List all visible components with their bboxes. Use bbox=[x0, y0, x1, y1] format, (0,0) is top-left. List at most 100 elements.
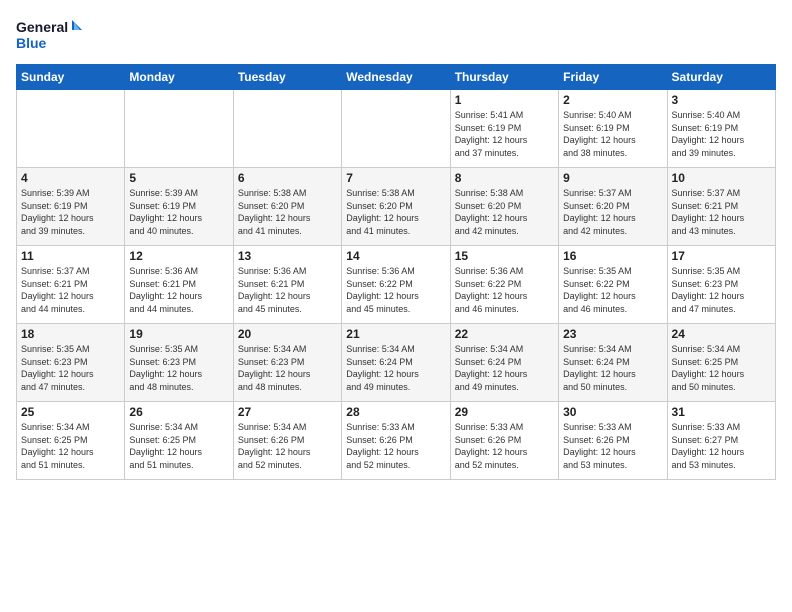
day-info: Sunrise: 5:34 AM Sunset: 6:24 PM Dayligh… bbox=[563, 343, 662, 393]
svg-text:Blue: Blue bbox=[16, 35, 47, 51]
day-number: 6 bbox=[238, 171, 337, 185]
day-number: 17 bbox=[672, 249, 771, 263]
calendar-week-row: 11 Sunrise: 5:37 AM Sunset: 6:21 PM Dayli… bbox=[17, 246, 776, 324]
calendar-cell: 2Sunrise: 5:40 AM Sunset: 6:19 PM Daylig… bbox=[559, 90, 667, 168]
day-info: Sunrise: 5:34 AM Sunset: 6:23 PM Dayligh… bbox=[238, 343, 337, 393]
weekday-header: Thursday bbox=[450, 65, 558, 90]
day-number: 26 bbox=[129, 405, 228, 419]
day-number: 25 bbox=[21, 405, 120, 419]
day-info: Sunrise: 5:34 AM Sunset: 6:25 PM Dayligh… bbox=[21, 421, 120, 471]
calendar-cell: 24Sunrise: 5:34 AM Sunset: 6:25 PM Dayli… bbox=[667, 324, 775, 402]
calendar-cell: 6 Sunrise: 5:38 AM Sunset: 6:20 PM Daylig… bbox=[233, 168, 341, 246]
day-info: Sunrise: 5:41 AM Sunset: 6:19 PM Dayligh… bbox=[455, 109, 554, 159]
logo-svg: General Blue bbox=[16, 16, 86, 52]
calendar-cell: 23 Sunrise: 5:34 AM Sunset: 6:24 PM Dayli… bbox=[559, 324, 667, 402]
calendar-cell: 28 Sunrise: 5:33 AM Sunset: 6:26 PM Dayli… bbox=[342, 402, 450, 480]
calendar-cell bbox=[17, 90, 125, 168]
logo: General Blue bbox=[16, 16, 86, 52]
calendar-cell: 3 Sunrise: 5:40 AM Sunset: 6:19 PM Daylig… bbox=[667, 90, 775, 168]
day-number: 22 bbox=[455, 327, 554, 341]
calendar-cell: 18 Sunrise: 5:35 AM Sunset: 6:23 PM Dayli… bbox=[17, 324, 125, 402]
day-info: Sunrise: 5:36 AM Sunset: 6:22 PM Dayligh… bbox=[455, 265, 554, 315]
day-info: Sunrise: 5:36 AM Sunset: 6:22 PM Dayligh… bbox=[346, 265, 445, 315]
weekday-header: Saturday bbox=[667, 65, 775, 90]
day-number: 21 bbox=[346, 327, 445, 341]
calendar-cell: 8 Sunrise: 5:38 AM Sunset: 6:20 PM Daylig… bbox=[450, 168, 558, 246]
calendar-cell: 12 Sunrise: 5:36 AM Sunset: 6:21 PM Dayli… bbox=[125, 246, 233, 324]
calendar-cell: 17 Sunrise: 5:35 AM Sunset: 6:23 PM Dayli… bbox=[667, 246, 775, 324]
weekday-header: Tuesday bbox=[233, 65, 341, 90]
calendar-page: General Blue SundayMondayTuesdayWednesda… bbox=[0, 0, 792, 612]
weekday-header: Monday bbox=[125, 65, 233, 90]
calendar-cell: 13Sunrise: 5:36 AM Sunset: 6:21 PM Dayli… bbox=[233, 246, 341, 324]
day-number: 2 bbox=[563, 93, 662, 107]
weekday-header: Wednesday bbox=[342, 65, 450, 90]
calendar-cell: 27Sunrise: 5:34 AM Sunset: 6:26 PM Dayli… bbox=[233, 402, 341, 480]
day-number: 9 bbox=[563, 171, 662, 185]
day-info: Sunrise: 5:37 AM Sunset: 6:21 PM Dayligh… bbox=[21, 265, 120, 315]
day-number: 24 bbox=[672, 327, 771, 341]
calendar-cell: 14Sunrise: 5:36 AM Sunset: 6:22 PM Dayli… bbox=[342, 246, 450, 324]
day-info: Sunrise: 5:37 AM Sunset: 6:21 PM Dayligh… bbox=[672, 187, 771, 237]
calendar-cell: 15 Sunrise: 5:36 AM Sunset: 6:22 PM Dayli… bbox=[450, 246, 558, 324]
calendar-cell: 20 Sunrise: 5:34 AM Sunset: 6:23 PM Dayli… bbox=[233, 324, 341, 402]
day-number: 4 bbox=[21, 171, 120, 185]
calendar-week-row: 25 Sunrise: 5:34 AM Sunset: 6:25 PM Dayli… bbox=[17, 402, 776, 480]
day-info: Sunrise: 5:34 AM Sunset: 6:24 PM Dayligh… bbox=[346, 343, 445, 393]
day-info: Sunrise: 5:33 AM Sunset: 6:26 PM Dayligh… bbox=[346, 421, 445, 471]
header: General Blue bbox=[16, 16, 776, 52]
day-number: 18 bbox=[21, 327, 120, 341]
day-info: Sunrise: 5:35 AM Sunset: 6:23 PM Dayligh… bbox=[672, 265, 771, 315]
calendar-cell bbox=[233, 90, 341, 168]
calendar-cell bbox=[342, 90, 450, 168]
calendar-cell: 4 Sunrise: 5:39 AM Sunset: 6:19 PM Daylig… bbox=[17, 168, 125, 246]
weekday-header: Sunday bbox=[17, 65, 125, 90]
day-number: 30 bbox=[563, 405, 662, 419]
day-number: 3 bbox=[672, 93, 771, 107]
calendar-table: SundayMondayTuesdayWednesdayThursdayFrid… bbox=[16, 64, 776, 480]
day-number: 19 bbox=[129, 327, 228, 341]
day-number: 27 bbox=[238, 405, 337, 419]
calendar-cell: 10 Sunrise: 5:37 AM Sunset: 6:21 PM Dayli… bbox=[667, 168, 775, 246]
calendar-week-row: 4 Sunrise: 5:39 AM Sunset: 6:19 PM Daylig… bbox=[17, 168, 776, 246]
calendar-cell: 25 Sunrise: 5:34 AM Sunset: 6:25 PM Dayli… bbox=[17, 402, 125, 480]
calendar-cell: 16Sunrise: 5:35 AM Sunset: 6:22 PM Dayli… bbox=[559, 246, 667, 324]
day-info: Sunrise: 5:33 AM Sunset: 6:26 PM Dayligh… bbox=[563, 421, 662, 471]
day-info: Sunrise: 5:38 AM Sunset: 6:20 PM Dayligh… bbox=[455, 187, 554, 237]
calendar-cell: 21 Sunrise: 5:34 AM Sunset: 6:24 PM Dayli… bbox=[342, 324, 450, 402]
calendar-cell: 9 Sunrise: 5:37 AM Sunset: 6:20 PM Daylig… bbox=[559, 168, 667, 246]
calendar-week-row: 1Sunrise: 5:41 AM Sunset: 6:19 PM Daylig… bbox=[17, 90, 776, 168]
day-number: 28 bbox=[346, 405, 445, 419]
day-info: Sunrise: 5:34 AM Sunset: 6:24 PM Dayligh… bbox=[455, 343, 554, 393]
calendar-cell: 5Sunrise: 5:39 AM Sunset: 6:19 PM Daylig… bbox=[125, 168, 233, 246]
day-number: 12 bbox=[129, 249, 228, 263]
calendar-cell: 30 Sunrise: 5:33 AM Sunset: 6:26 PM Dayli… bbox=[559, 402, 667, 480]
day-info: Sunrise: 5:34 AM Sunset: 6:25 PM Dayligh… bbox=[129, 421, 228, 471]
day-info: Sunrise: 5:38 AM Sunset: 6:20 PM Dayligh… bbox=[238, 187, 337, 237]
day-info: Sunrise: 5:33 AM Sunset: 6:27 PM Dayligh… bbox=[672, 421, 771, 471]
weekday-header: Friday bbox=[559, 65, 667, 90]
day-info: Sunrise: 5:36 AM Sunset: 6:21 PM Dayligh… bbox=[129, 265, 228, 315]
calendar-cell: 1Sunrise: 5:41 AM Sunset: 6:19 PM Daylig… bbox=[450, 90, 558, 168]
calendar-cell: 22 Sunrise: 5:34 AM Sunset: 6:24 PM Dayli… bbox=[450, 324, 558, 402]
day-number: 7 bbox=[346, 171, 445, 185]
day-info: Sunrise: 5:37 AM Sunset: 6:20 PM Dayligh… bbox=[563, 187, 662, 237]
day-info: Sunrise: 5:36 AM Sunset: 6:21 PM Dayligh… bbox=[238, 265, 337, 315]
day-number: 11 bbox=[21, 249, 120, 263]
day-info: Sunrise: 5:35 AM Sunset: 6:23 PM Dayligh… bbox=[21, 343, 120, 393]
calendar-cell: 31 Sunrise: 5:33 AM Sunset: 6:27 PM Dayli… bbox=[667, 402, 775, 480]
svg-text:General: General bbox=[16, 19, 68, 35]
day-number: 31 bbox=[672, 405, 771, 419]
calendar-cell: 29Sunrise: 5:33 AM Sunset: 6:26 PM Dayli… bbox=[450, 402, 558, 480]
day-info: Sunrise: 5:39 AM Sunset: 6:19 PM Dayligh… bbox=[129, 187, 228, 237]
calendar-cell: 19Sunrise: 5:35 AM Sunset: 6:23 PM Dayli… bbox=[125, 324, 233, 402]
day-number: 15 bbox=[455, 249, 554, 263]
day-info: Sunrise: 5:39 AM Sunset: 6:19 PM Dayligh… bbox=[21, 187, 120, 237]
day-number: 10 bbox=[672, 171, 771, 185]
day-number: 23 bbox=[563, 327, 662, 341]
calendar-cell: 7Sunrise: 5:38 AM Sunset: 6:20 PM Daylig… bbox=[342, 168, 450, 246]
day-info: Sunrise: 5:35 AM Sunset: 6:22 PM Dayligh… bbox=[563, 265, 662, 315]
day-info: Sunrise: 5:40 AM Sunset: 6:19 PM Dayligh… bbox=[672, 109, 771, 159]
day-number: 8 bbox=[455, 171, 554, 185]
day-number: 20 bbox=[238, 327, 337, 341]
